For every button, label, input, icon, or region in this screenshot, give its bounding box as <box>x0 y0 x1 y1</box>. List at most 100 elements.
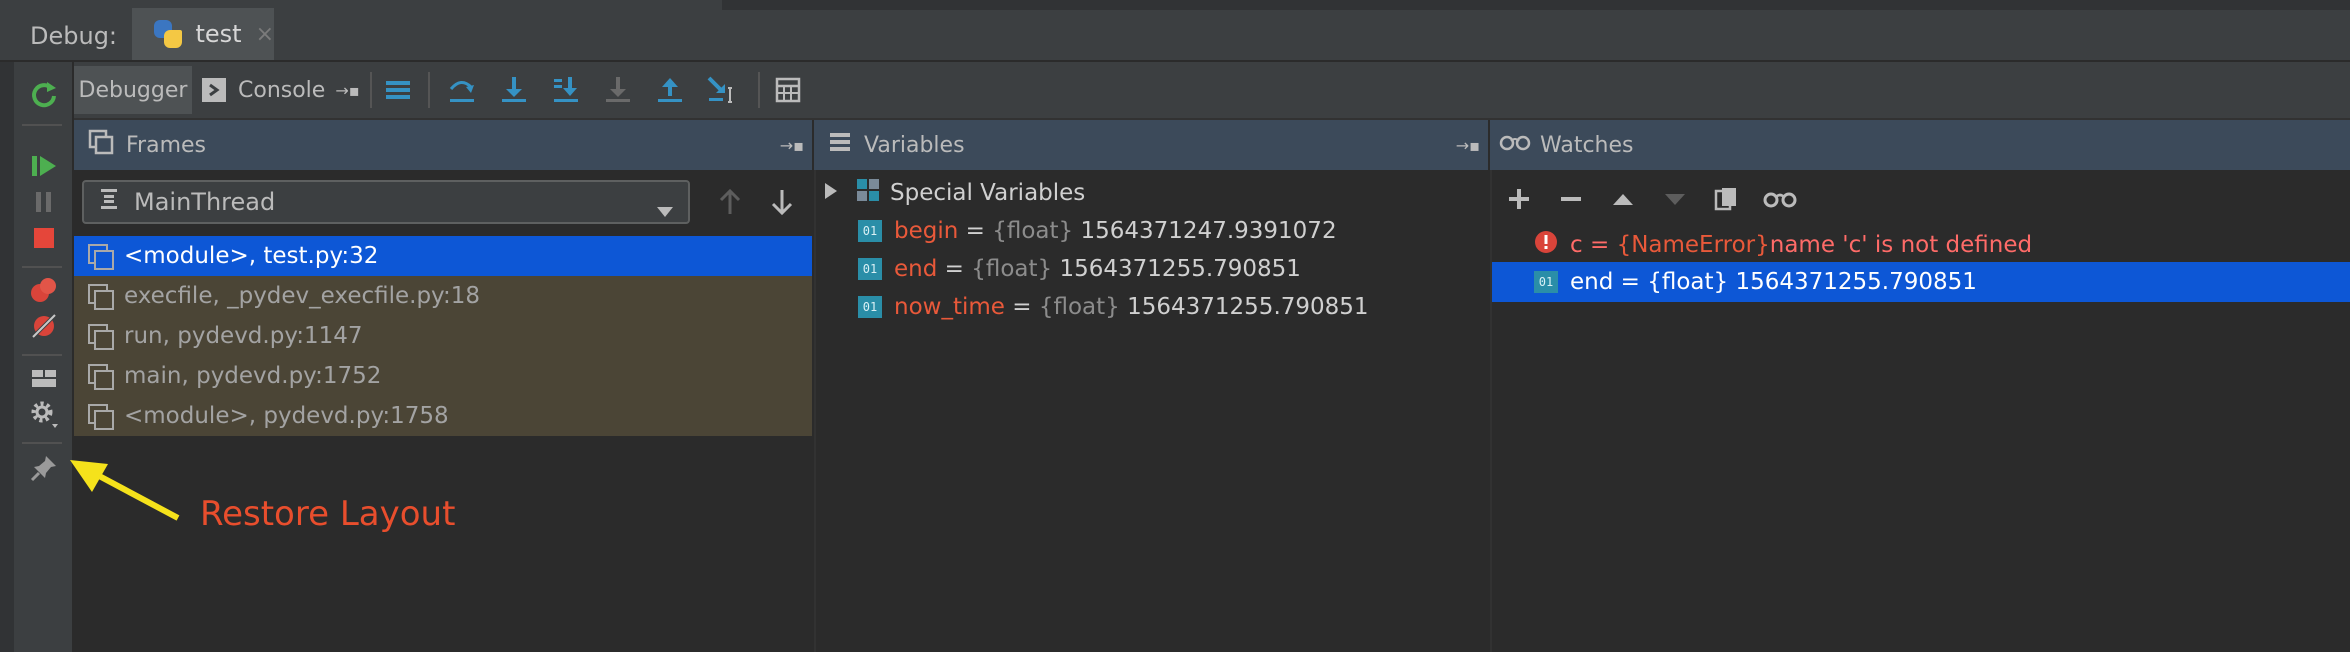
debugger-toolbar: Debugger Console →▪ <box>74 62 2350 120</box>
add-icon[interactable] <box>1504 184 1534 214</box>
python-icon <box>152 18 182 50</box>
variable-row[interactable]: 01 end = {float} 1564371255.790851 <box>858 250 1301 288</box>
pin-panel-icon[interactable]: →▪ <box>780 136 804 155</box>
watches-title: Watches <box>1540 132 1634 158</box>
variables-header: Variables →▪ <box>814 120 1488 170</box>
frame-icon <box>88 364 114 390</box>
annotation-arrow <box>70 460 180 521</box>
frames-header: Frames →▪ <box>74 120 812 170</box>
frame-icon <box>88 324 114 350</box>
separator <box>22 124 62 126</box>
tab-label: test <box>195 20 242 48</box>
frame-row[interactable]: <module>, pydevd.py:1758 <box>74 396 812 436</box>
variables-title: Variables <box>864 132 965 158</box>
settings-icon[interactable] <box>28 398 60 430</box>
copy-icon[interactable] <box>1712 184 1742 214</box>
view-breakpoints-icon[interactable] <box>28 274 60 306</box>
frames-icon <box>88 129 114 161</box>
previous-frame-icon[interactable] <box>718 188 742 220</box>
variable-name: end <box>894 256 938 282</box>
variable-name: now_time <box>894 294 1005 320</box>
frames-pane: MainThread <module>, test.py:32 execfile… <box>74 170 812 652</box>
rerun-icon[interactable] <box>28 78 60 110</box>
tab-test[interactable]: test × <box>132 8 274 60</box>
frame-label: <module>, pydevd.py:1758 <box>124 403 449 429</box>
variable-name: begin <box>894 218 959 244</box>
step-out-icon[interactable] <box>654 74 686 106</box>
frame-row[interactable]: run, pydevd.py:1147 <box>74 316 812 356</box>
equals-sign: = <box>937 256 972 282</box>
resume-icon[interactable] <box>28 150 60 182</box>
variable-value: 1564371247.9391072 <box>1073 218 1337 244</box>
pin-panel-icon[interactable]: →▪ <box>1456 136 1480 155</box>
frame-label: <module>, test.py:32 <box>124 243 379 269</box>
watch-error-row[interactable]: c = {NameError} name 'c' is not defined <box>1534 226 2032 264</box>
thread-name: MainThread <box>134 188 276 216</box>
step-into-my-code-icon[interactable] <box>550 74 582 106</box>
evaluate-icon[interactable] <box>772 74 804 106</box>
frame-icon <box>88 404 114 430</box>
variable-row[interactable]: 01 begin = {float} 1564371247.9391072 <box>858 212 1337 250</box>
thread-dropdown[interactable]: MainThread <box>82 180 690 224</box>
separator <box>758 72 760 108</box>
watch-error-type: {NameError} <box>1616 232 1770 258</box>
up-icon[interactable] <box>1608 184 1638 214</box>
tab-debugger[interactable]: Debugger <box>74 66 192 114</box>
frames-title: Frames <box>126 132 207 158</box>
separator <box>22 354 62 356</box>
close-icon[interactable]: × <box>256 22 274 47</box>
pin-icon[interactable] <box>28 452 60 484</box>
next-frame-icon[interactable] <box>770 188 794 220</box>
watch-row[interactable]: 01 end = {float} 1564371255.790851 <box>1492 262 2350 302</box>
variable-type: {float} <box>992 218 1074 244</box>
restore-layout-annotation: Restore Layout <box>200 494 456 534</box>
float-type-icon: 01 <box>858 220 882 242</box>
separator <box>22 266 62 268</box>
frame-row[interactable]: execfile, _pydev_execfile.py:18 <box>74 276 812 316</box>
error-icon <box>1534 230 1558 260</box>
separator <box>428 72 430 108</box>
tool-window-strip <box>0 62 14 652</box>
special-variables-label: Special Variables <box>890 180 1086 206</box>
variable-row[interactable]: 01 now_time = {float} 1564371255.790851 <box>858 288 1369 326</box>
step-over-icon[interactable] <box>446 74 478 106</box>
variable-type: {float} <box>1038 294 1120 320</box>
equals-sign: = <box>958 218 993 244</box>
debug-label: Debug: <box>30 22 118 50</box>
down-icon[interactable] <box>1660 184 1690 214</box>
equals-sign: = <box>1582 232 1617 258</box>
watch-expression: end = {float} 1564371255.790851 <box>1570 269 1977 295</box>
variable-value: 1564371255.790851 <box>1119 294 1369 320</box>
variable-value: 1564371255.790851 <box>1052 256 1301 282</box>
chevron-down-icon <box>656 196 674 224</box>
pin-tab-icon[interactable]: →▪ <box>335 81 359 100</box>
float-type-icon: 01 <box>858 296 882 318</box>
remove-icon[interactable] <box>1556 184 1586 214</box>
tab-console[interactable]: Console →▪ <box>202 66 360 114</box>
tab-debugger-label: Debugger <box>78 77 188 103</box>
restore-layout-icon[interactable] <box>28 362 60 394</box>
watches-pane: c = {NameError} name 'c' is not defined … <box>1490 170 2350 652</box>
mute-breakpoints-icon[interactable] <box>28 310 60 342</box>
stop-icon[interactable] <box>28 222 60 254</box>
expand-arrow-icon[interactable] <box>824 180 838 206</box>
frame-row[interactable]: <module>, test.py:32 <box>74 236 812 276</box>
glasses-icon[interactable] <box>1760 184 1800 214</box>
threads-icon[interactable] <box>382 74 414 106</box>
run-to-cursor-icon[interactable] <box>706 74 738 106</box>
frame-icon <box>88 284 114 310</box>
variable-type: {float} <box>971 256 1053 282</box>
frame-label: execfile, _pydev_execfile.py:18 <box>124 283 481 309</box>
separator <box>370 72 372 108</box>
force-step-into-icon[interactable] <box>602 74 634 106</box>
frame-row[interactable]: main, pydevd.py:1752 <box>74 356 812 396</box>
watch-name: c <box>1570 232 1583 258</box>
special-variables-node[interactable]: Special Variables <box>824 174 1085 212</box>
pause-icon[interactable] <box>28 186 60 218</box>
variables-icon <box>828 130 852 160</box>
watches-header: Watches <box>1490 120 2350 170</box>
debug-tool-window-header: Debug: test × <box>0 0 2350 62</box>
frame-icon <box>88 244 114 270</box>
special-variables-icon <box>856 178 880 208</box>
step-into-icon[interactable] <box>498 74 530 106</box>
